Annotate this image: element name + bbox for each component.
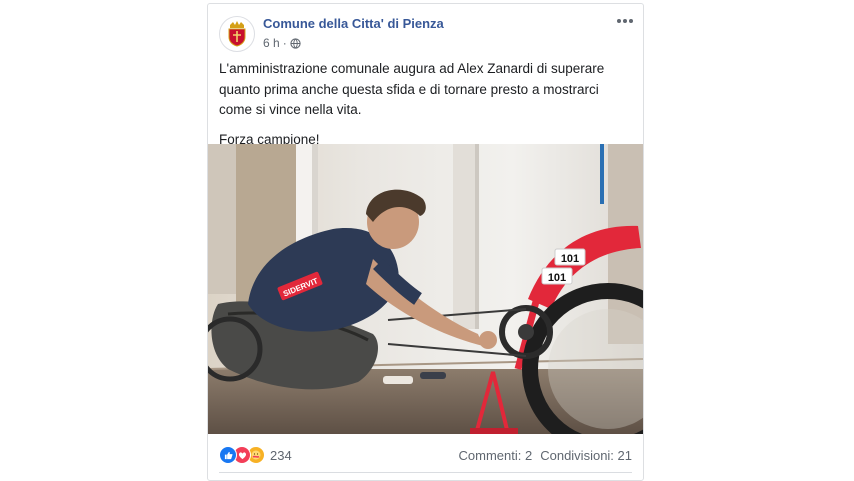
- race-number: 101: [561, 253, 579, 265]
- reactions-summary[interactable]: 234: [219, 446, 292, 464]
- photo-illustration: 101 101 SIDERVIT: [208, 144, 643, 434]
- shares-count-link[interactable]: Condivisioni: 21: [540, 448, 632, 463]
- post-stats: Commenti: 2 Condivisioni: 21: [459, 448, 632, 463]
- page-name-link[interactable]: Comune della Citta' di Pienza: [263, 16, 444, 31]
- post-timestamp[interactable]: 6 h: [263, 36, 280, 50]
- post-paragraph: L'amministrazione comunale augura ad Ale…: [219, 61, 605, 117]
- footer-divider: [219, 472, 632, 473]
- comments-count-link[interactable]: Commenti: 2: [459, 448, 533, 463]
- globe-icon: [290, 37, 301, 49]
- meta-separator: ·: [282, 36, 287, 50]
- page-avatar[interactable]: [219, 16, 255, 52]
- race-number: 101: [548, 272, 566, 284]
- post-photo[interactable]: 101 101 SIDERVIT: [208, 144, 643, 434]
- reaction-count: 234: [270, 447, 292, 463]
- facebook-post: Comune della Citta' di Pienza 6 h · L'am…: [207, 3, 644, 481]
- post-meta: 6 h ·: [263, 36, 301, 50]
- post-footer: 234 Commenti: 2 Condivisioni: 21: [208, 440, 643, 470]
- like-icon: [219, 446, 237, 464]
- coat-of-arms-icon: [228, 21, 246, 47]
- more-options-button[interactable]: [615, 14, 635, 28]
- more-options-icon: [617, 19, 621, 23]
